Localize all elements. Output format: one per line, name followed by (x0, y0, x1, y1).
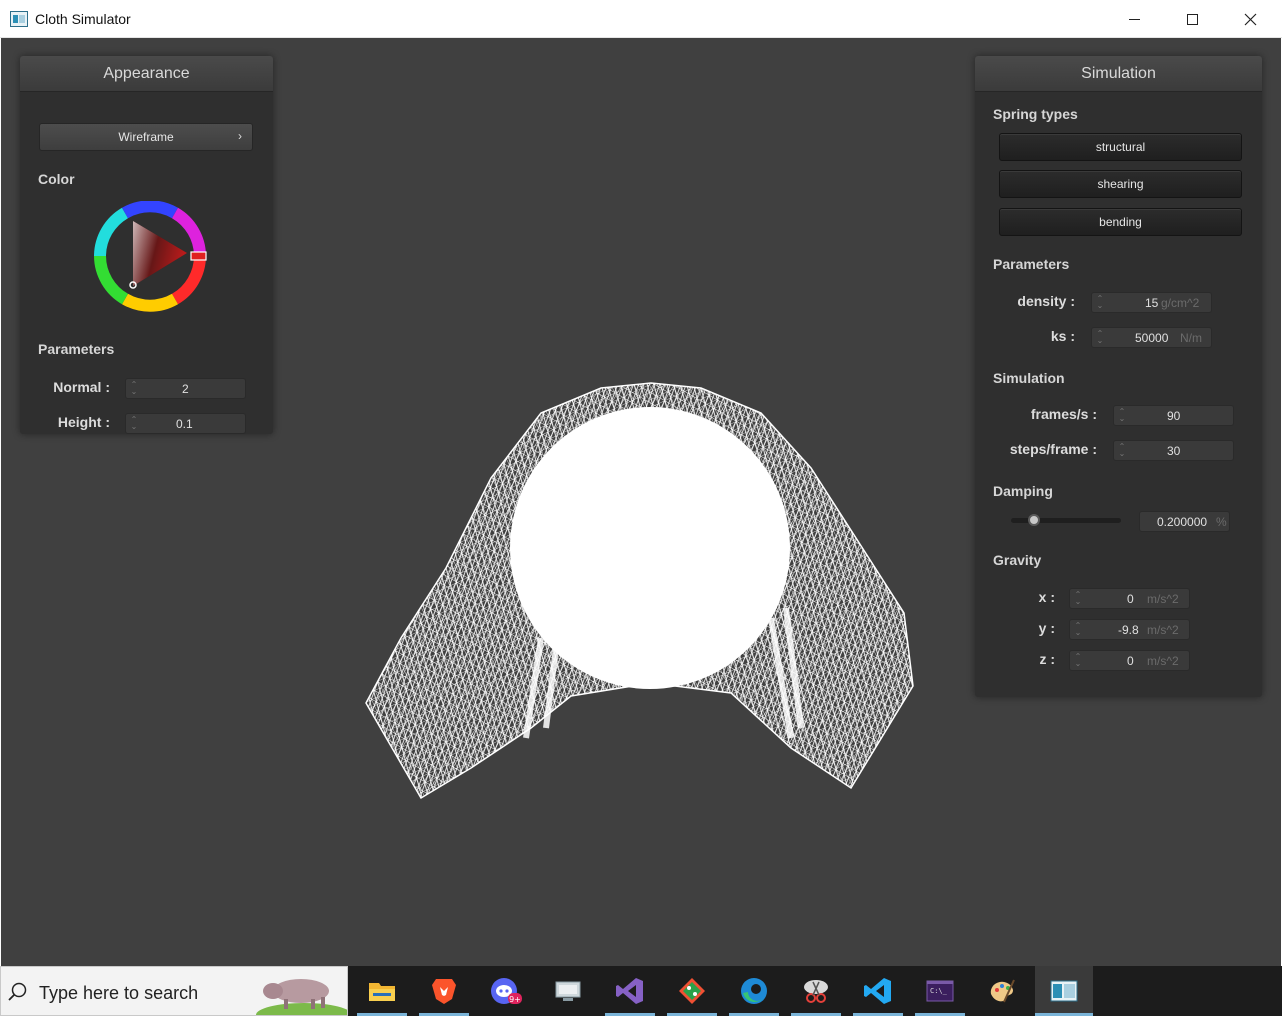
git-icon[interactable] (667, 966, 717, 1016)
normal-input[interactable]: ⌃ ⌄ 2 (125, 378, 246, 399)
structural-toggle[interactable]: structural (999, 133, 1242, 161)
spinner-icon[interactable]: ⌃ ⌄ (1096, 295, 1104, 310)
bending-toggle[interactable]: bending (999, 208, 1242, 236)
gravity-label: Gravity (993, 552, 1042, 568)
gravity-y-input[interactable]: ⌃ ⌄ -9.8 m/s^2 (1069, 619, 1190, 640)
appearance-panel: Appearance Wireframe › Color Parameters … (20, 56, 273, 434)
discord-icon[interactable]: 9+ (481, 966, 531, 1016)
damping-slider-knob[interactable] (1028, 514, 1040, 526)
gravity-x-input[interactable]: ⌃ ⌄ 0 m/s^2 (1069, 588, 1190, 609)
damping-slider[interactable] (1011, 514, 1121, 526)
density-label: density : (1017, 293, 1075, 309)
spinner-icon[interactable]: ⌃ ⌄ (1074, 653, 1082, 668)
simulation-viewport[interactable]: Appearance Wireframe › Color Parameters … (1, 38, 1281, 966)
file-explorer-icon[interactable] (357, 966, 407, 1016)
spring-types-label: Spring types (993, 106, 1078, 122)
frames-per-s-label: frames/s : (1030, 406, 1097, 422)
spinner-icon[interactable]: ⌃ ⌄ (130, 381, 138, 396)
ks-input[interactable]: ⌃ ⌄ 50000 N/m (1091, 327, 1212, 348)
chevron-right-icon: › (238, 129, 242, 143)
snipping-tool-icon[interactable] (791, 966, 841, 1016)
maximize-button[interactable] (1163, 0, 1221, 38)
remote-desktop-icon[interactable] (543, 966, 593, 1016)
sphere (510, 407, 790, 689)
cloth-simulator-icon[interactable] (1035, 966, 1093, 1016)
paint-icon[interactable] (977, 966, 1027, 1016)
taskbar-search[interactable]: Type here to search (0, 966, 348, 1016)
search-icon (8, 982, 27, 1001)
app-icon (10, 11, 28, 27)
terminal-icon[interactable]: C:\_ (915, 966, 965, 1016)
title-bar: Cloth Simulator (0, 0, 1282, 38)
brave-browser-icon[interactable] (419, 966, 469, 1016)
simulation-panel: Simulation Spring types structural shear… (975, 56, 1262, 697)
shearing-toggle[interactable]: shearing (999, 170, 1242, 198)
height-input[interactable]: ⌃ ⌄ 0.1 (125, 413, 246, 434)
spinner-icon[interactable]: ⌃ ⌄ (1118, 443, 1126, 458)
normal-label: Normal : (53, 379, 110, 395)
shader-dropdown[interactable]: Wireframe › (39, 123, 253, 151)
color-wheel[interactable] (90, 201, 210, 321)
close-icon (1244, 13, 1256, 25)
maximize-icon (1186, 13, 1198, 25)
ks-label: ks : (1050, 328, 1075, 344)
visual-studio-icon[interactable] (605, 966, 655, 1016)
taskbar: Type here to search 9+ C:\_ (0, 966, 1282, 1016)
close-button[interactable] (1221, 0, 1279, 38)
shader-dropdown-label: Wireframe (118, 130, 174, 144)
animal-illustration-icon (256, 979, 347, 1015)
steps-per-frame-input[interactable]: ⌃ ⌄ 30 (1113, 440, 1234, 461)
edge-browser-icon[interactable] (729, 966, 779, 1016)
steps-per-frame-label: steps/frame : (1009, 441, 1097, 457)
search-placeholder: Type here to search (39, 983, 199, 1003)
simulation-section-label: Simulation (993, 370, 1065, 386)
height-label: Height : (57, 414, 110, 430)
density-input[interactable]: ⌃ ⌄ 15 g/cm^2 (1091, 292, 1212, 313)
spinner-icon[interactable]: ⌃ ⌄ (130, 416, 138, 431)
appearance-parameters-label: Parameters (38, 341, 115, 357)
sim-parameters-label: Parameters (993, 256, 1070, 272)
minimize-icon (1128, 18, 1140, 20)
window-title: Cloth Simulator (35, 11, 131, 27)
spinner-icon[interactable]: ⌃ ⌄ (1074, 622, 1082, 637)
gravity-x-label: x : (1038, 589, 1055, 605)
vscode-icon[interactable] (853, 966, 903, 1016)
gravity-z-label: z : (1039, 651, 1055, 667)
damping-input[interactable]: 0.200000 % (1139, 511, 1230, 532)
gravity-y-label: y : (1038, 620, 1055, 636)
color-label: Color (38, 171, 75, 187)
svg-text:9+: 9+ (509, 995, 521, 1004)
simulation-header[interactable]: Simulation (975, 56, 1262, 92)
damping-label: Damping (993, 483, 1053, 499)
frames-per-s-input[interactable]: ⌃ ⌄ 90 (1113, 405, 1234, 426)
gravity-z-input[interactable]: ⌃ ⌄ 0 m/s^2 (1069, 650, 1190, 671)
spinner-icon[interactable]: ⌃ ⌄ (1074, 591, 1082, 606)
spinner-icon[interactable]: ⌃ ⌄ (1096, 330, 1104, 345)
appearance-header[interactable]: Appearance (20, 56, 273, 92)
spinner-icon[interactable]: ⌃ ⌄ (1118, 408, 1126, 423)
minimize-button[interactable] (1105, 0, 1163, 38)
hue-marker (190, 251, 207, 261)
svg-text:C:\_: C:\_ (930, 987, 948, 995)
